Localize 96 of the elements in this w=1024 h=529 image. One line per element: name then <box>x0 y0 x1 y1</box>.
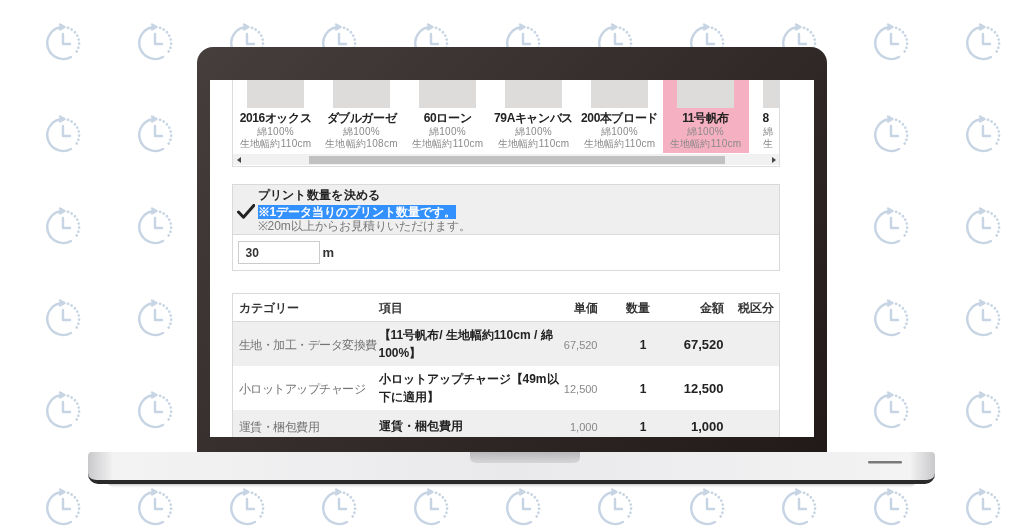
item-cell-text: 運賃・梱包費用 <box>378 418 464 435</box>
clock-icon <box>871 207 911 247</box>
arrow-right-icon[interactable] <box>771 156 776 163</box>
quantity-cell: 1 <box>639 382 647 396</box>
quantity-input[interactable]: 30 <box>237 241 320 264</box>
fabric-width: 生地幅約110cm <box>497 138 570 150</box>
clock-icon <box>43 488 83 528</box>
clock-icon <box>43 207 83 247</box>
unit-label: m <box>322 243 335 262</box>
fabric-material: 綿100% <box>514 126 553 138</box>
fabric-material: 綿100% <box>600 126 639 138</box>
clock-icon <box>43 23 83 63</box>
quantity-cell: 1 <box>639 420 647 434</box>
fabric-name: 60ローン <box>423 111 472 126</box>
clock-icon <box>595 488 635 528</box>
note-text: ※1データ当りのプリント数量です。 <box>257 205 457 219</box>
fabric-width: 生地幅約110cm <box>411 138 484 150</box>
clock-icon <box>43 391 83 431</box>
fabric-material: 綿100% <box>428 126 467 138</box>
clock-icon <box>135 23 175 63</box>
column-header: 金額 <box>698 299 725 317</box>
clock-icon <box>963 115 1003 155</box>
fabric-width: 生地幅約110cm <box>239 138 312 150</box>
fabric-width: 生地幅約110cm <box>669 138 742 150</box>
unit-price-cell: 12,500 <box>563 383 598 395</box>
clock-icon <box>963 23 1003 63</box>
column-header: 項目 <box>378 299 404 317</box>
category-cell: 小ロットアップチャージ <box>238 382 365 396</box>
quantity-cell: 1 <box>639 338 647 352</box>
photo-placeholder <box>505 80 562 108</box>
clock-icon <box>503 23 543 47</box>
clock-icon <box>227 488 267 528</box>
unit-price-cell: 1,000 <box>569 421 598 433</box>
clock-icon <box>503 488 543 528</box>
clock-icon <box>411 488 451 528</box>
fabric-width: 生 <box>762 138 773 150</box>
note-text: ※20m以上からお見積りいただけます。 <box>257 219 471 233</box>
clock-icon <box>595 23 635 47</box>
fabric-name: 8 <box>762 111 769 126</box>
clock-icon <box>963 207 1003 247</box>
clock-icon <box>135 391 175 431</box>
column-header: 単価 <box>572 299 599 317</box>
panel-title: プリント数量を決める <box>257 188 382 203</box>
clock-icon <box>871 23 911 63</box>
amount-cell: 1,000 <box>690 419 724 434</box>
fabric-width: 生地幅約108cm <box>325 138 398 150</box>
clock-icon <box>871 391 911 431</box>
clock-icon <box>687 488 727 528</box>
clock-icon <box>411 23 451 47</box>
photo-placeholder <box>333 80 390 108</box>
clock-icon <box>779 488 819 528</box>
clock-icon <box>871 488 911 528</box>
item-cell-text: 小ロットアップチャージ【49m以下に適用】 <box>378 371 560 406</box>
category-cell: 運賃・梱包費用 <box>238 420 319 434</box>
scrollbar-thumb[interactable] <box>308 155 725 164</box>
fabric-material: 綿100% <box>686 126 725 138</box>
column-header: 税区分 <box>736 299 775 317</box>
fabric-name: 200本ブロード <box>581 111 658 126</box>
arrow-left-icon[interactable] <box>236 156 241 163</box>
fabric-name: 11号帆布 <box>682 111 729 126</box>
fabric-material: 綿100% <box>256 126 295 138</box>
clock-icon <box>687 23 727 47</box>
unit-price-cell: 67,520 <box>563 339 598 351</box>
clock-icon <box>963 488 1003 528</box>
column-header: カテゴリー <box>237 299 300 317</box>
clock-icon <box>135 488 175 528</box>
category-cell: 生地・加工・データ変換費 <box>238 338 377 352</box>
fabric-width: 生地幅約110cm <box>583 138 656 150</box>
fabric-material: 綿100% <box>342 126 381 138</box>
clock-icon <box>319 488 359 528</box>
item-cell-text: 【11号帆布/ 生地幅約110cm / 綿100%】 <box>378 327 554 362</box>
fabric-material: 綿 <box>762 126 773 138</box>
clock-icon <box>963 391 1003 431</box>
clock-icon <box>135 299 175 339</box>
fabric-name: 2016オックス <box>239 111 312 126</box>
clock-icon <box>319 23 359 47</box>
fabric-option[interactable]: 11号帆布 綿100% 生地幅約110cm <box>662 80 749 153</box>
amount-cell: 12,500 <box>683 381 724 396</box>
column-header: 数量 <box>624 299 651 317</box>
scrollbar[interactable] <box>232 154 779 165</box>
clock-icon <box>963 299 1003 339</box>
clock-icon <box>135 115 175 155</box>
photo-placeholder <box>247 80 304 108</box>
clock-icon <box>871 115 911 155</box>
photo-placeholder <box>677 80 734 108</box>
clock-icon <box>135 207 175 247</box>
fabric-name: 79Aキャンバス <box>494 111 573 126</box>
amount-cell: 67,520 <box>683 337 724 352</box>
photo-placeholder <box>591 80 648 108</box>
fabric-name: ダブルガーゼ <box>326 111 397 126</box>
clock-icon <box>227 23 267 47</box>
photo-placeholder <box>419 80 476 108</box>
clock-icon <box>871 299 911 339</box>
clock-icon <box>779 23 819 47</box>
clock-icon <box>43 115 83 155</box>
clock-icon <box>43 299 83 339</box>
